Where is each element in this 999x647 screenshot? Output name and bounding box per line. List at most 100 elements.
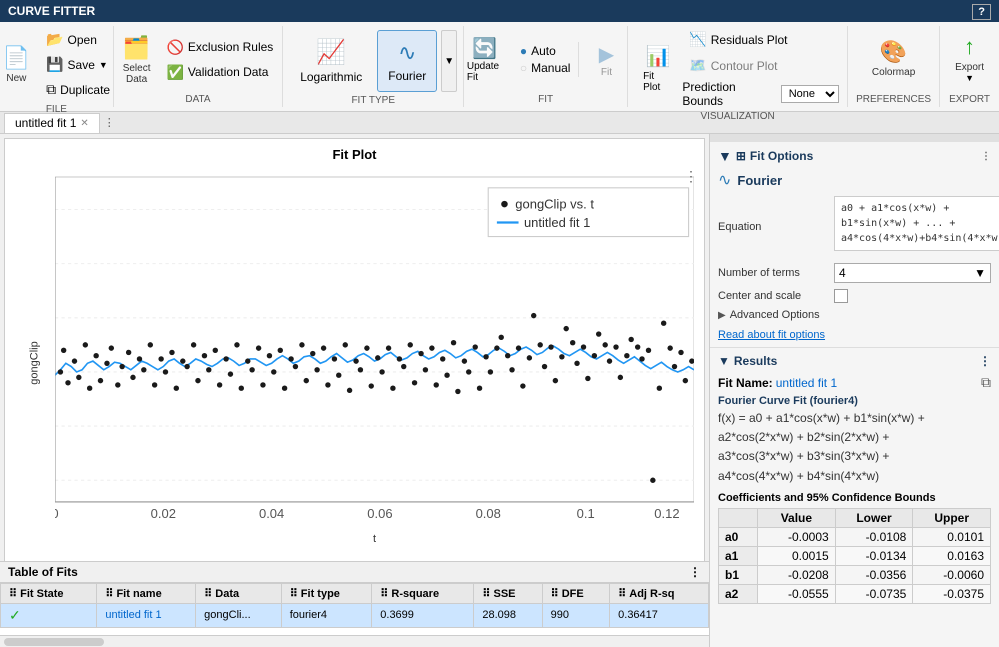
export-icon: ↑ (964, 34, 975, 60)
new-button[interactable]: 📄 New (0, 35, 37, 95)
logarithmic-icon: 📈 (316, 38, 346, 67)
coeff-row: a0-0.0003-0.01080.0101 (719, 527, 991, 546)
auto-radio[interactable]: ● Auto (520, 44, 571, 58)
coeff-value: 0.0015 (758, 546, 836, 565)
cell-dfe: 990 (542, 603, 610, 627)
save-button[interactable]: 💾 Save ▼ (39, 53, 117, 76)
coeff-col-upper: Upper (913, 508, 991, 527)
title-bar: CURVE FITTER ? (0, 0, 999, 22)
table-row[interactable]: ✓ untitled fit 1 gongCli... fourier4 0.3… (1, 603, 709, 627)
colormap-icon: 🎨 (880, 39, 907, 65)
tab-close-icon[interactable]: ✕ (80, 118, 88, 129)
cell-data: gongCli... (196, 603, 282, 627)
col-fit-name: ⠿ Fit name (97, 583, 196, 603)
ribbon: 📄 New 📂 Open 💾 Save ▼ ⧉ Duplicate F (0, 22, 999, 112)
coeff-name: a1 (719, 546, 758, 565)
new-icon: 📄 (3, 45, 30, 71)
visualization-group: 📊 Fit Plot 📉 Residuals Plot 🗺️ Contour P… (628, 26, 848, 107)
residuals-plot-icon: 📉 (689, 31, 706, 48)
coeff-lower: -0.0134 (835, 546, 913, 565)
results-menu-icon[interactable]: ⋮ (979, 354, 991, 368)
prediction-bounds-select[interactable]: None (781, 85, 839, 103)
update-fit-icon: 🔄 (472, 36, 497, 61)
fits-table: ⠿ Fit State ⠿ Fit name ⠿ Data ⠿ Fit type… (0, 583, 709, 628)
plot-area: ⋮ gongClip 0.6 (5, 166, 704, 561)
coeff-lower: -0.0735 (835, 584, 913, 603)
coeff-value: -0.0003 (758, 527, 836, 546)
horizontal-scrollbar[interactable] (4, 638, 104, 646)
plot-options-icon[interactable]: ⋮ (684, 168, 698, 185)
collapse-fit-options-icon[interactable]: ▼ (718, 148, 732, 164)
center-and-scale-checkbox[interactable] (834, 289, 848, 303)
col-dfe: ⠿ DFE (542, 583, 610, 603)
residuals-plot-button[interactable]: 📉 Residuals Plot (682, 28, 839, 51)
tab-options-icon[interactable]: ⋮ (104, 116, 115, 129)
col-r-square: ⠿ R-square (372, 583, 474, 603)
contour-plot-button[interactable]: 🗺️ Contour Plot (682, 54, 839, 77)
copy-fit-name-button[interactable]: ⧉ (981, 374, 991, 391)
coeff-col-name (719, 508, 758, 527)
coeff-row: a2-0.0555-0.0735-0.0375 (719, 584, 991, 603)
exclusion-rules-button[interactable]: 🚫 Exclusion Rules (159, 36, 280, 59)
coefficient-table: Value Lower Upper a0-0.0003-0.01080.0101… (718, 508, 991, 604)
coeff-upper: -0.0060 (913, 565, 991, 584)
fit-icon: ▶ (599, 42, 614, 67)
svg-text:gongClip vs. t: gongClip vs. t (515, 196, 594, 211)
bottom-options-icon[interactable]: ⋮ (689, 565, 701, 579)
tab-bar: untitled fit 1 ✕ ⋮ (0, 112, 999, 134)
cell-fit-type: fourier4 (281, 603, 372, 627)
colormap-button[interactable]: 🎨 Colormap (865, 28, 922, 88)
contour-plot-icon: 🗺️ (689, 57, 706, 74)
fit-plot-button[interactable]: 📊 Fit Plot (636, 39, 680, 97)
export-button[interactable]: ↑ Export ▼ (948, 28, 991, 88)
cell-fit-name: untitled fit 1 (97, 603, 196, 627)
advanced-options-row[interactable]: ▶ Advanced Options (718, 309, 991, 321)
data-group: 🗂️ Select Data 🚫 Exclusion Rules ✅ Valid… (114, 26, 283, 107)
fit-type-dropdown[interactable]: ▼ (441, 30, 457, 92)
bottom-section: Table of Fits ⋮ ⠿ Fit State ⠿ Fit name ⠿… (0, 561, 709, 647)
col-fit-type: ⠿ Fit type (281, 583, 372, 603)
fit-plot-icon: 📊 (646, 44, 671, 69)
save-icon: 💾 (46, 56, 63, 73)
fourier-section-icon: ∿ (718, 170, 731, 190)
svg-text:0.1: 0.1 (577, 506, 595, 521)
validation-data-button[interactable]: ✅ Validation Data (159, 61, 280, 84)
cell-fit-state: ✓ (1, 603, 97, 627)
open-button[interactable]: 📂 Open (39, 28, 117, 51)
number-of-terms-select[interactable]: 4 ▼ (834, 263, 991, 283)
fit-options-menu-icon[interactable]: ⋮ (981, 151, 991, 162)
tab-untitled-fit-1[interactable]: untitled fit 1 ✕ (4, 113, 100, 133)
coeff-upper: 0.0101 (913, 527, 991, 546)
manual-radio[interactable]: ○ Manual (520, 61, 571, 75)
plot-title: Fit Plot (5, 139, 704, 166)
x-axis-label: t (55, 533, 694, 545)
coeff-lower: -0.0356 (835, 565, 913, 584)
help-icon[interactable]: ? (972, 4, 991, 20)
right-panel: ▼ ⊞ Fit Options ⋮ ∿ Fourier Equation a0 … (709, 134, 999, 647)
cell-r-square: 0.3699 (372, 603, 474, 627)
coeff-upper: -0.0375 (913, 584, 991, 603)
svg-text:0: 0 (55, 506, 59, 521)
collapse-results-icon[interactable]: ▼ (718, 354, 730, 368)
fit-options-header-icon: ⊞ (736, 149, 746, 163)
fit-type-group: 📈 Logarithmic ∿ Fourier ▼ FIT TYPE (283, 26, 464, 107)
file-group: 📄 New 📂 Open 💾 Save ▼ ⧉ Duplicate F (0, 26, 114, 107)
exclusion-rules-icon: 🚫 (166, 39, 183, 56)
fourier-button[interactable]: ∿ Fourier (377, 30, 437, 92)
prediction-bounds-row: Prediction Bounds None (682, 80, 839, 108)
duplicate-button[interactable]: ⧉ Duplicate (39, 78, 117, 101)
advanced-options-arrow-icon: ▶ (718, 310, 726, 321)
col-data: ⠿ Data (196, 583, 282, 603)
plot-panel: Fit Plot ⋮ gongClip (4, 138, 705, 561)
y-axis-label: gongClip (29, 342, 41, 385)
read-fit-options-link[interactable]: Read about fit options (718, 329, 825, 341)
open-icon: 📂 (46, 31, 63, 48)
coeff-value: -0.0555 (758, 584, 836, 603)
fit-button[interactable]: ▶ Fit (581, 30, 631, 90)
logarithmic-button[interactable]: 📈 Logarithmic (289, 30, 373, 92)
update-fit-button[interactable]: 🔄 Update Fit (460, 30, 510, 90)
dropdown-chevron-icon: ▼ (974, 266, 986, 280)
export-group: ↑ Export ▼ EXPORT (940, 26, 999, 107)
equation-box: a0 + a1*cos(x*w) + b1*sin(x*w) + ... + a… (834, 196, 999, 251)
select-data-button[interactable]: 🗂️ Select Data (116, 30, 158, 90)
